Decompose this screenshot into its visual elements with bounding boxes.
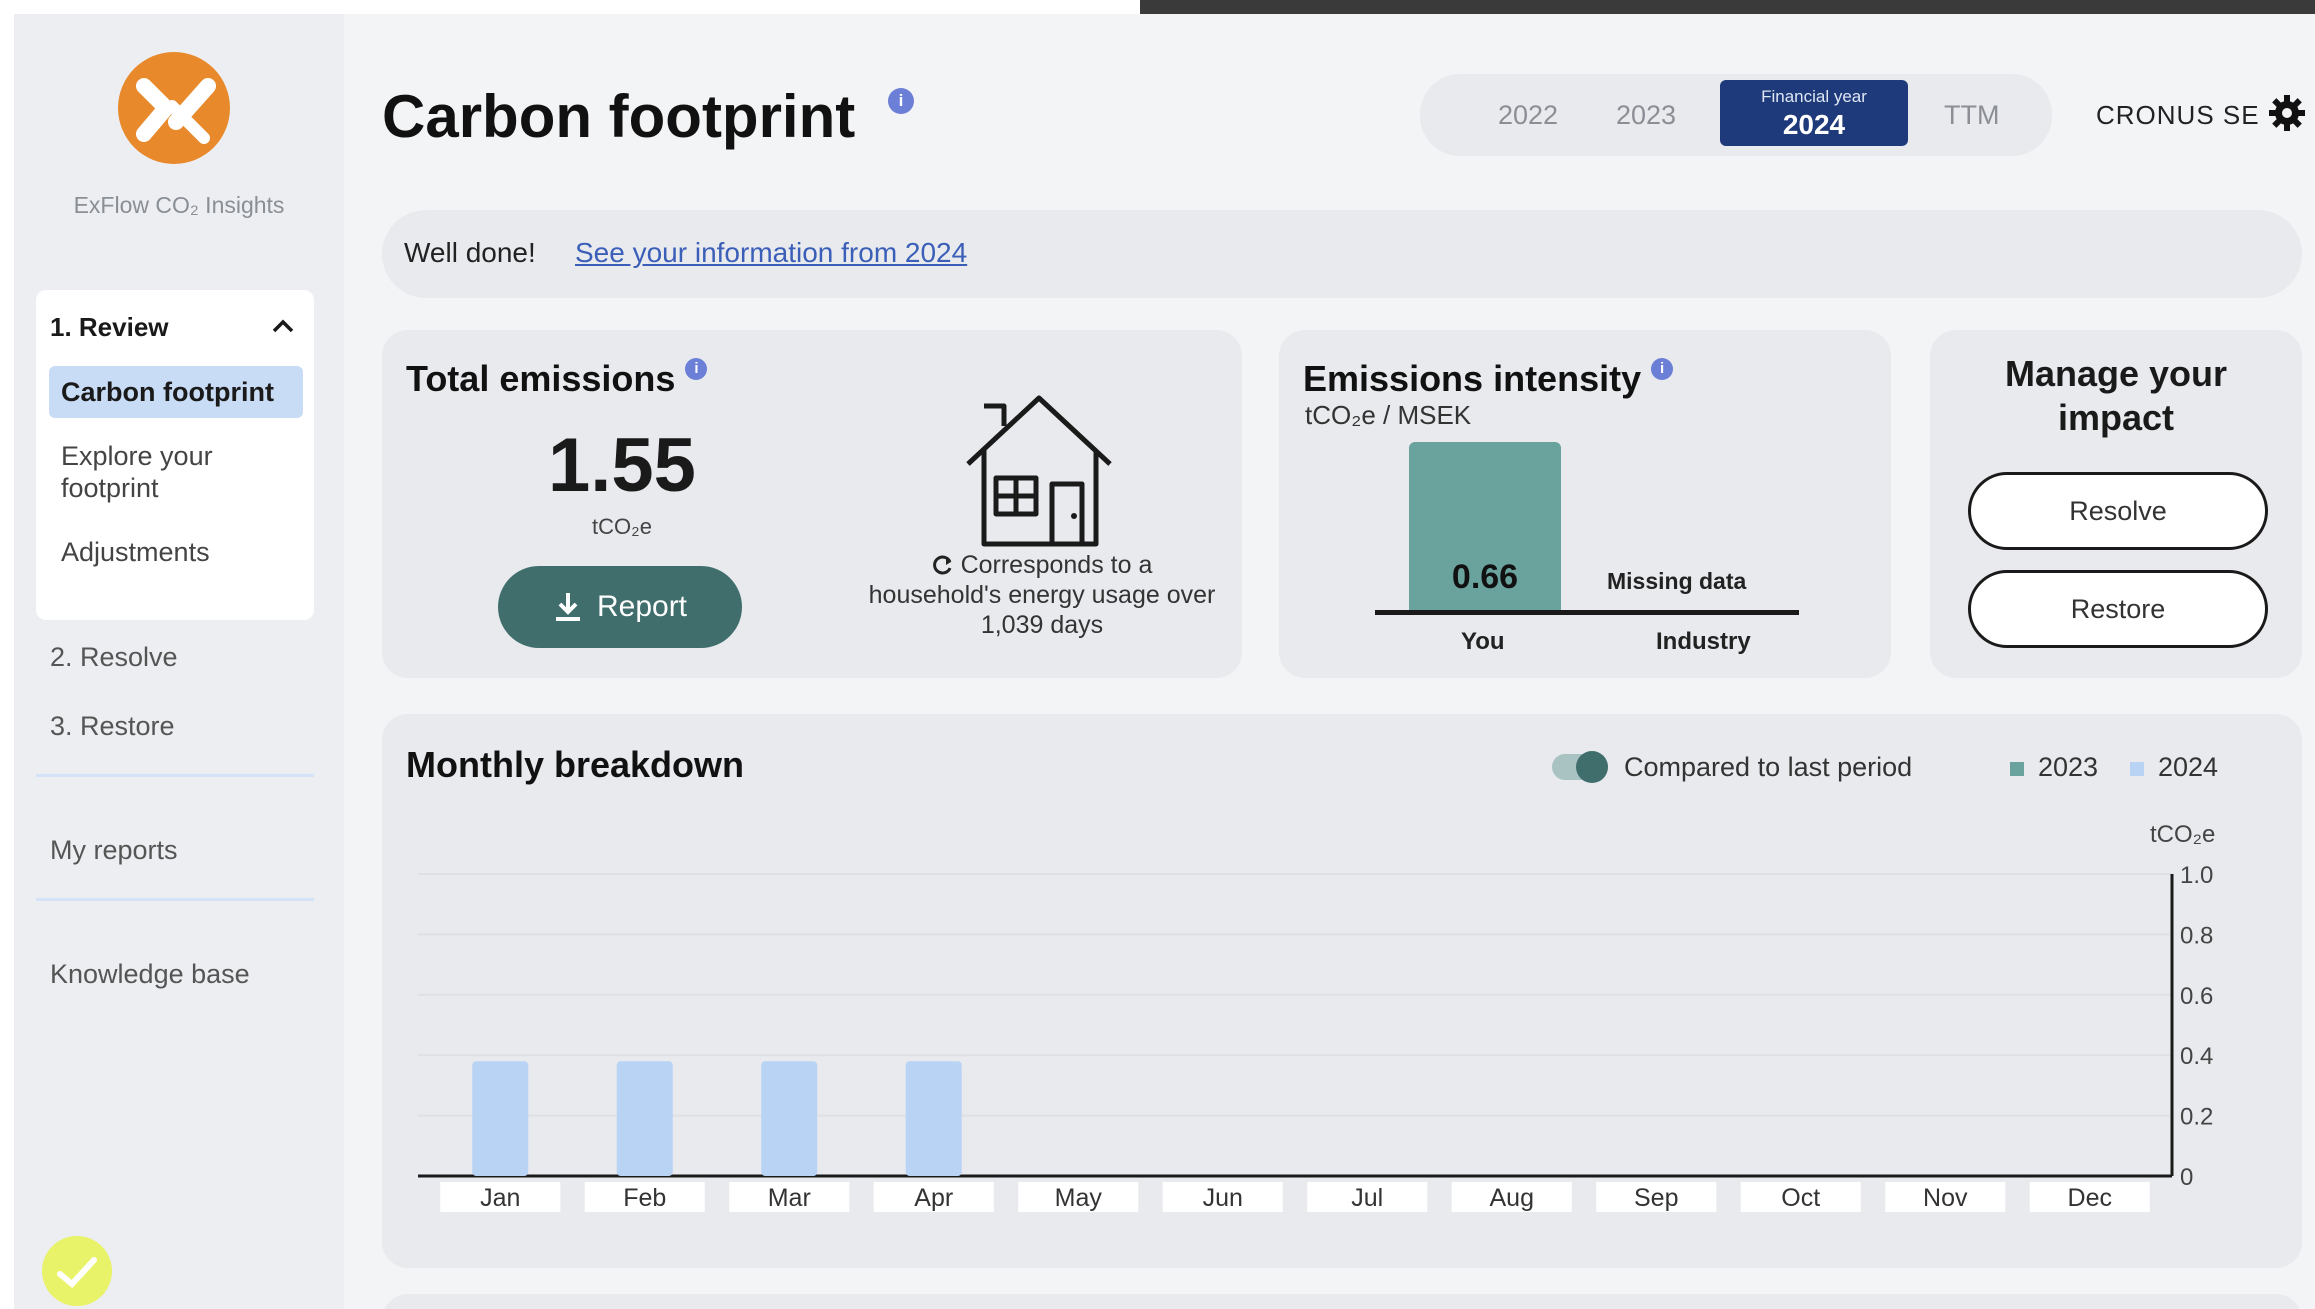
x-tick-label: Jul bbox=[1351, 1184, 1383, 1212]
active-year-label: 2024 bbox=[1782, 109, 1846, 140]
household-comparison: Corresponds to a household's energy usag… bbox=[868, 551, 1216, 639]
y-tick-label: 0.8 bbox=[2180, 922, 2213, 949]
year-selector: 2022 2023 Financial year 2024 TTM bbox=[1420, 74, 2052, 156]
sidebar: ExFlow CO₂ Insights 1. Review Carbon foo… bbox=[14, 14, 344, 1309]
nav-step-restore[interactable]: 3. Restore bbox=[50, 711, 175, 742]
monthly-chart: 0 0.2 0.4 0.6 0.8 1.0 tCO₂e Jan Feb Mar Apr May Jun J… bbox=[418, 821, 2215, 1212]
total-emissions-card: Total emissions i 1.55 tCO₂e Report Corr… bbox=[382, 330, 1242, 678]
year-option-ttm[interactable]: TTM bbox=[1944, 100, 1999, 131]
nav-item-carbon-footprint[interactable]: Carbon footprint bbox=[49, 366, 303, 418]
restore-button[interactable]: Restore bbox=[1968, 570, 2268, 648]
chevron-up-icon[interactable] bbox=[270, 316, 296, 336]
gear-icon[interactable] bbox=[2268, 94, 2306, 132]
label-you: You bbox=[1461, 628, 1505, 655]
emissions-intensity-title: Emissions intensity i bbox=[1303, 358, 1674, 400]
year-option-2022[interactable]: 2022 bbox=[1498, 100, 1558, 131]
info-icon[interactable]: i bbox=[888, 88, 914, 114]
info-banner: Well done! See your information from 202… bbox=[382, 210, 2302, 298]
nav-item-adjustments[interactable]: Adjustments bbox=[49, 526, 303, 578]
download-icon bbox=[555, 593, 580, 621]
x-tick-label: Mar bbox=[768, 1184, 811, 1212]
manage-impact-title: Manage your impact bbox=[2004, 353, 2228, 438]
y-tick-label: 0.2 bbox=[2180, 1104, 2213, 1131]
intensity-value-you: 0.66 bbox=[1451, 558, 1519, 596]
resolve-button[interactable]: Resolve bbox=[1968, 472, 2268, 550]
monthly-breakdown-card: Monthly breakdown Compared to last perio… bbox=[382, 714, 2302, 1268]
report-button[interactable]: Report bbox=[498, 566, 742, 648]
nav-step-resolve[interactable]: 2. Resolve bbox=[50, 642, 178, 673]
refresh-icon bbox=[932, 555, 952, 575]
x-tick-label: May bbox=[1055, 1184, 1103, 1212]
x-tick-label: Apr bbox=[914, 1184, 953, 1212]
checkmark-badge-icon[interactable] bbox=[42, 1236, 112, 1306]
page-title: Carbon footprint bbox=[382, 83, 856, 150]
background-window-edge bbox=[0, 0, 14, 1309]
info-icon[interactable]: i bbox=[685, 358, 708, 380]
nav-my-reports[interactable]: My reports bbox=[50, 835, 178, 866]
manage-impact-card: Manage your impact Resolve Restore bbox=[1930, 330, 2302, 678]
year-option-2023[interactable]: 2023 bbox=[1616, 100, 1676, 131]
y-tick-label: 1.0 bbox=[2180, 862, 2213, 889]
x-tick-label: Dec bbox=[2068, 1184, 2112, 1212]
bar-2024-Mar bbox=[761, 1061, 818, 1176]
nav-knowledge-base[interactable]: Knowledge base bbox=[50, 959, 250, 990]
label-industry: Industry bbox=[1656, 628, 1751, 655]
x-tick-label: Oct bbox=[1781, 1184, 1820, 1212]
x-tick-label: Nov bbox=[1923, 1184, 1968, 1212]
logo-caption: ExFlow CO₂ Insights bbox=[73, 192, 285, 218]
y-tick-label: 0.4 bbox=[2180, 1043, 2213, 1070]
x-tick-label: Feb bbox=[623, 1184, 666, 1212]
bar-2024-Jan bbox=[472, 1061, 529, 1176]
total-emissions-unit: tCO₂e bbox=[592, 514, 652, 539]
intensity-unit: tCO₂e / MSEK bbox=[1305, 400, 1472, 430]
next-card bbox=[382, 1294, 2302, 1309]
nav-item-explore-footprint[interactable]: Explore your footprint bbox=[49, 430, 303, 514]
emissions-intensity-card: Emissions intensity i tCO₂e / MSEK 0.66 … bbox=[1279, 330, 1891, 678]
x-tick-label: Sep bbox=[1634, 1184, 1678, 1212]
year-option-2024-active[interactable]: Financial year 2024 bbox=[1720, 80, 1908, 146]
company-name[interactable]: CRONUS SE bbox=[2096, 100, 2260, 131]
bar-2024-Apr bbox=[905, 1061, 962, 1176]
nav-review-section: 1. Review Carbon footprint Explore your … bbox=[36, 290, 314, 620]
y-tick-label: 0.6 bbox=[2180, 983, 2213, 1010]
financial-year-label: Financial year bbox=[1761, 87, 1867, 106]
y-tick-label: 0 bbox=[2180, 1164, 2193, 1191]
house-icon bbox=[966, 395, 1112, 547]
industry-missing-data: Missing data bbox=[1607, 568, 1747, 594]
x-tick-label: Jan bbox=[480, 1184, 520, 1212]
bar-2024-Feb bbox=[616, 1061, 673, 1176]
banner-link[interactable]: See your information from 2024 bbox=[575, 237, 967, 269]
background-window bbox=[0, 0, 1140, 14]
nav-step-review[interactable]: 1. Review bbox=[50, 312, 169, 343]
x-tick-label: Jun bbox=[1203, 1184, 1243, 1212]
sidebar-divider bbox=[36, 898, 314, 901]
app-window: ExFlow CO₂ Insights 1. Review Carbon foo… bbox=[14, 14, 2315, 1309]
banner-text: Well done! bbox=[404, 237, 536, 268]
info-icon[interactable]: i bbox=[1651, 358, 1674, 380]
report-button-label: Report bbox=[596, 590, 688, 623]
total-emissions-title: Total emissions i bbox=[406, 358, 708, 400]
intensity-axis bbox=[1375, 610, 1799, 615]
x-tick-label: Aug bbox=[1490, 1184, 1534, 1212]
total-emissions-value: 1.55 bbox=[548, 423, 696, 508]
sidebar-divider bbox=[36, 774, 314, 777]
y-axis-label: tCO₂e bbox=[2150, 821, 2215, 848]
exflow-logo-icon[interactable] bbox=[114, 48, 234, 168]
